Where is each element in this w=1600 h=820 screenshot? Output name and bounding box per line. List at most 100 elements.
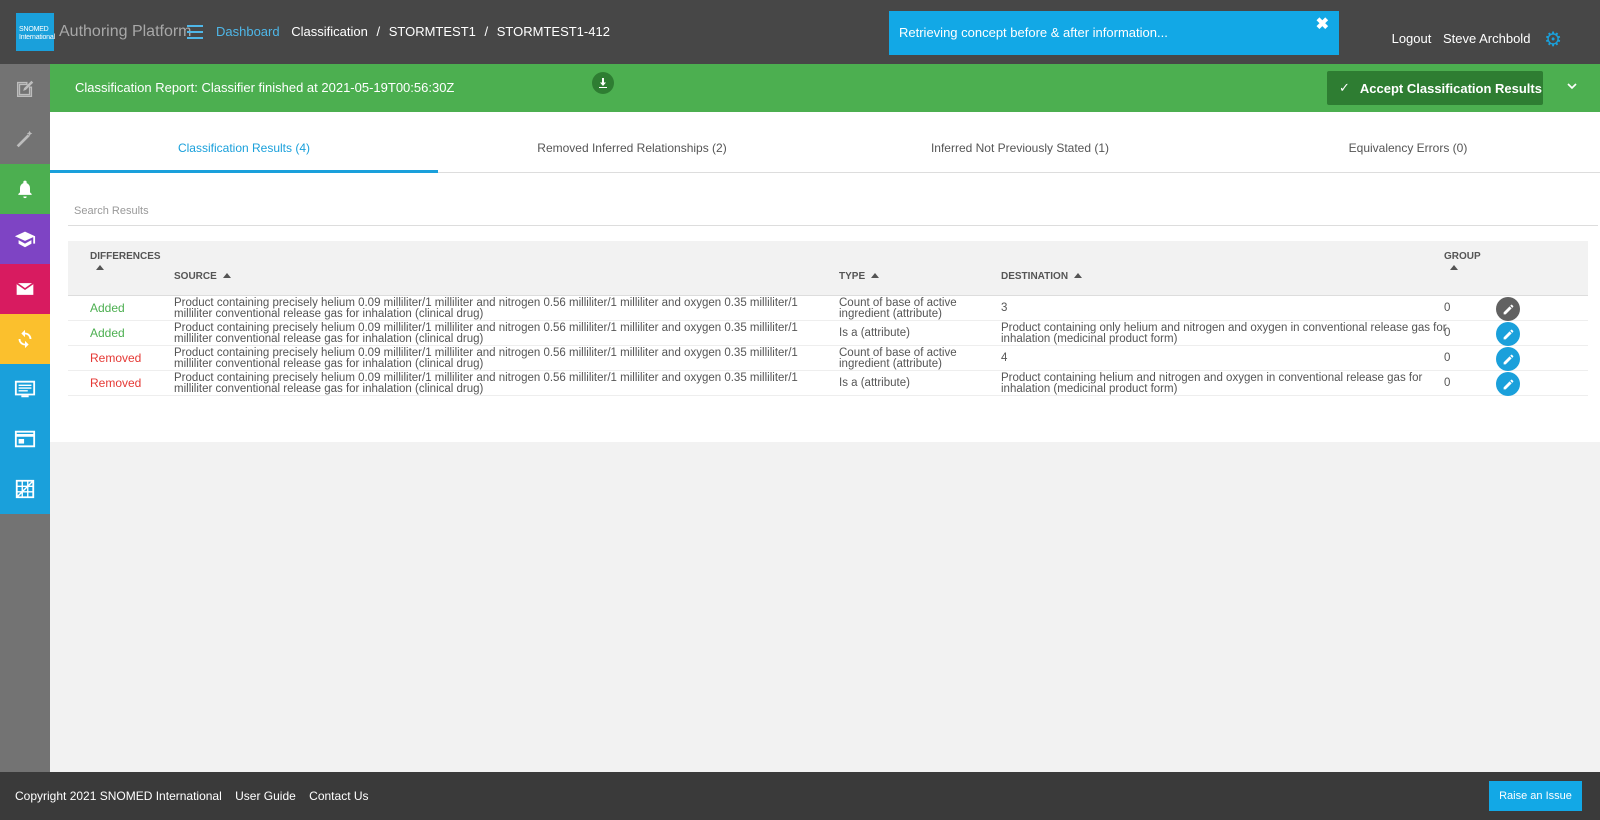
- destination-cell: 3: [1001, 302, 1008, 314]
- snomed-logo[interactable]: SNOMED International: [16, 13, 55, 51]
- mail-icon: [16, 282, 34, 295]
- app-title: Authoring Platform: [59, 23, 192, 40]
- user-guide-link[interactable]: User Guide: [235, 789, 296, 803]
- group-cell: 0: [1444, 352, 1451, 364]
- column-header-differences[interactable]: Differences: [90, 251, 161, 270]
- copyright-text: Copyright 2021 SNOMED International: [15, 789, 222, 803]
- group-cell: 0: [1444, 302, 1451, 314]
- classification-report-title: Classification Report: Classifier finish…: [75, 80, 455, 95]
- contact-us-link[interactable]: Contact Us: [309, 789, 368, 803]
- magic-wand-icon: [16, 130, 33, 148]
- source-cell: Product containing precisely helium 0.09…: [174, 372, 798, 395]
- source-cell: Product containing precisely helium 0.09…: [174, 347, 798, 370]
- difference-cell: Added: [90, 326, 125, 340]
- sort-asc-icon: [1074, 273, 1083, 278]
- download-icon: [599, 78, 607, 88]
- breadcrumb-separator: /: [376, 24, 381, 39]
- pencil-icon: [1503, 354, 1513, 364]
- chevron-down-icon[interactable]: [1564, 78, 1580, 94]
- destination-cell: Product containing helium and nitrogen a…: [1001, 372, 1423, 395]
- user-name[interactable]: Steve Archbold: [1443, 31, 1530, 46]
- gear-icon[interactable]: ⚙: [1544, 27, 1562, 52]
- sidebar: [0, 64, 50, 772]
- notification-toast: Retrieving concept before & after inform…: [889, 11, 1339, 55]
- tab-inferred-not-previously-stated[interactable]: Inferred Not Previously Stated (1): [826, 112, 1214, 173]
- edit-icon: [16, 80, 34, 98]
- edit-button[interactable]: [1496, 322, 1520, 346]
- graduation-cap-icon: [14, 231, 36, 248]
- column-header-differences-label: Differences: [90, 251, 161, 262]
- table-row: Removed Product containing precisely hel…: [68, 346, 1588, 371]
- notification-text: Retrieving concept before & after inform…: [899, 25, 1168, 40]
- group-cell: 0: [1444, 377, 1451, 389]
- group-cell: 0: [1444, 327, 1451, 339]
- tab-equivalency-errors[interactable]: Equivalency Errors (0): [1214, 112, 1600, 173]
- tab-removed-inferred-relationships[interactable]: Removed Inferred Relationships (2): [438, 112, 826, 173]
- column-header-source-label: Source: [174, 271, 217, 282]
- hamburger-menu-icon[interactable]: [187, 25, 203, 39]
- footer: Copyright 2021 SNOMED International User…: [0, 772, 1600, 820]
- edit-button[interactable]: [1496, 347, 1520, 371]
- breadcrumb-project: STORMTEST1: [388, 24, 476, 39]
- column-header-group-label: Group: [1444, 251, 1481, 262]
- sidebar-item-training[interactable]: [0, 214, 50, 264]
- classification-results-panel: Classification Results (4) Removed Infer…: [50, 112, 1600, 442]
- difference-cell: Removed: [90, 351, 142, 365]
- source-cell: Product containing precisely helium 0.09…: [174, 322, 798, 345]
- sidebar-item-notifications[interactable]: [0, 164, 50, 214]
- type-cell: Is a (attribute): [839, 327, 910, 339]
- edit-button[interactable]: [1496, 297, 1520, 321]
- column-header-destination-label: Destination: [1001, 271, 1069, 282]
- sort-asc-icon: [96, 265, 104, 270]
- type-cell: Count of base of active ingredient (attr…: [839, 347, 957, 370]
- breadcrumb-dashboard[interactable]: Dashboard: [216, 24, 280, 39]
- check-icon: ✓: [1339, 80, 1350, 95]
- grid-icon: [15, 479, 35, 499]
- difference-cell: Removed: [90, 376, 142, 390]
- user-menu: Logout Steve Archbold ⚙: [1392, 27, 1570, 52]
- table-row: Added Product containing precisely heliu…: [68, 296, 1588, 321]
- logout-link[interactable]: Logout: [1392, 31, 1432, 46]
- tab-classification-results[interactable]: Classification Results (4): [50, 112, 438, 173]
- type-cell: Is a (attribute): [839, 377, 910, 389]
- difference-cell: Added: [90, 301, 125, 315]
- accept-classification-button[interactable]: ✓ Accept Classification Results: [1327, 71, 1543, 105]
- breadcrumb-task: STORMTEST1-412: [496, 24, 610, 39]
- sort-asc-icon: [871, 273, 880, 278]
- sidebar-item-browser[interactable]: [0, 414, 50, 464]
- destination-cell: Product containing only helium and nitro…: [1001, 322, 1447, 345]
- monitor-list-icon: [14, 380, 36, 398]
- breadcrumb: Dashboard Classification / STORMTEST1 / …: [216, 24, 610, 39]
- source-cell: Product containing precisely helium 0.09…: [174, 297, 798, 320]
- column-header-type[interactable]: Type: [839, 271, 880, 282]
- column-header-source[interactable]: Source: [174, 271, 231, 282]
- table-row: Removed Product containing precisely hel…: [68, 371, 1588, 396]
- close-icon[interactable]: ✖: [1316, 14, 1329, 34]
- breadcrumb-classification: Classification: [291, 24, 368, 39]
- results-table-header: Differences Source Type Destination Grou…: [68, 241, 1588, 296]
- column-header-destination[interactable]: Destination: [1001, 271, 1083, 282]
- pencil-icon: [1503, 379, 1513, 389]
- search-results-input[interactable]: [68, 196, 1598, 226]
- edit-button[interactable]: [1496, 372, 1520, 396]
- sidebar-item-wand[interactable]: [0, 114, 50, 164]
- sort-asc-icon: [222, 273, 231, 278]
- sync-icon: [18, 329, 32, 349]
- download-button[interactable]: [592, 72, 614, 94]
- type-cell: Count of base of active ingredient (attr…: [839, 297, 957, 320]
- pencil-icon: [1503, 329, 1513, 339]
- bell-icon: [18, 180, 32, 199]
- sort-asc-icon: [1450, 265, 1458, 270]
- sidebar-item-mail[interactable]: [0, 264, 50, 314]
- classification-header: Classification Report: Classifier finish…: [50, 64, 1600, 112]
- sidebar-item-grid[interactable]: [0, 464, 50, 514]
- sidebar-item-monitor[interactable]: [0, 364, 50, 414]
- table-row: Added Product containing precisely heliu…: [68, 321, 1588, 346]
- browser-window-icon: [14, 430, 36, 448]
- sidebar-item-edit[interactable]: [0, 64, 50, 114]
- top-bar: SNOMED International Authoring Platform …: [0, 0, 1600, 64]
- column-header-group[interactable]: Group: [1444, 251, 1481, 270]
- accept-classification-label: Accept Classification Results: [1359, 80, 1542, 96]
- sidebar-item-sync[interactable]: [0, 314, 50, 364]
- raise-issue-button[interactable]: Raise an Issue: [1489, 781, 1582, 811]
